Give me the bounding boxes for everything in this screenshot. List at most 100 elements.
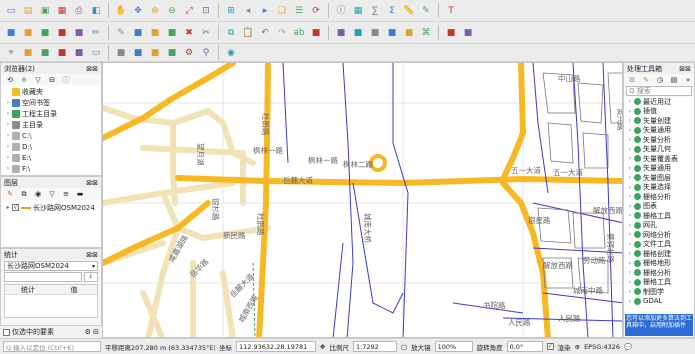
processing-group[interactable]: › 栅格分析 [624, 192, 694, 202]
chat-icon[interactable]: ◉ [224, 46, 238, 60]
expand-icon[interactable]: › [626, 108, 634, 115]
processing-group[interactable]: › 栅格分析 [624, 268, 694, 278]
plugin-a-icon[interactable]: ■ [444, 26, 458, 40]
save-as-icon[interactable]: ▦ [55, 4, 69, 18]
expand-icon[interactable]: › [626, 279, 634, 286]
expand-icon[interactable]: › [4, 121, 12, 128]
identify-icon[interactable]: ⓘ [334, 4, 348, 18]
deselect-icon[interactable]: ■ [131, 46, 145, 60]
coordinate-field[interactable]: 112.93632,28.19781 [236, 341, 316, 352]
browser-item[interactable]: › C:\ [1, 130, 101, 141]
snap-a-icon[interactable]: ■ [21, 46, 35, 60]
data-source-manager-icon[interactable]: ■ [4, 26, 18, 40]
add-feature-icon[interactable]: ■ [148, 26, 162, 40]
expand-icon[interactable]: ≡ [61, 189, 71, 199]
expand-icon[interactable]: › [626, 184, 634, 191]
expand-icon[interactable]: ▸ [4, 204, 12, 211]
label-show-icon[interactable]: ■ [334, 26, 348, 40]
select-icon[interactable]: ▭ [89, 46, 103, 60]
redo-icon[interactable]: ↷ [275, 26, 289, 40]
processing-group[interactable]: › 网络分析 [624, 230, 694, 240]
lock-icon[interactable]: ▢ [401, 343, 407, 351]
panel-close-icon[interactable]: ⊠⊠ [86, 251, 98, 259]
processing-group[interactable]: › 矢量创建 [624, 116, 694, 126]
pan-icon[interactable]: ✋ [114, 4, 128, 18]
results-icon[interactable]: ▤ [669, 75, 679, 85]
style-manager-icon[interactable]: ◧ [89, 4, 103, 18]
diagram-icon[interactable]: ■ [402, 26, 416, 40]
browser-item[interactable]: G:\ [1, 174, 101, 175]
expand-icon[interactable]: › [626, 146, 634, 153]
python-icon[interactable]: ⌘ [419, 26, 433, 40]
messages-icon[interactable]: 💬 [624, 343, 632, 351]
processing-group[interactable]: › 栅格工具 [624, 211, 694, 221]
python-icon[interactable]: ✎ [641, 75, 651, 85]
models-icon[interactable]: ⚙ [627, 75, 637, 85]
add-icon[interactable]: ⊕ [19, 75, 29, 85]
expand-icon[interactable]: › [626, 203, 634, 210]
processing-group[interactable]: › GDAL [624, 297, 694, 307]
zoom-last-icon[interactable]: ◂ [241, 4, 255, 18]
processing-group[interactable]: › 栅格创建 [624, 249, 694, 259]
processing-group[interactable]: › 矢量选择 [624, 183, 694, 193]
render-checkbox[interactable]: ✓ [546, 343, 554, 350]
snap-b-icon[interactable]: ■ [38, 46, 52, 60]
gear-icon[interactable]: ⚙ [182, 46, 196, 60]
zoom-next-icon[interactable]: ▸ [258, 4, 272, 18]
gear-icon[interactable]: ⚙ ⊟ [85, 328, 99, 336]
refresh-icon[interactable]: ⟳ [309, 4, 323, 18]
vertex-tool-icon[interactable]: ■ [165, 26, 179, 40]
snap-c-icon[interactable]: ■ [55, 46, 69, 60]
measure-tool-icon[interactable]: ■ [148, 46, 162, 60]
layer-checkbox[interactable]: √ [12, 204, 19, 211]
print-layout-icon[interactable]: ⎙ [72, 4, 86, 18]
label-pin-icon[interactable]: ■ [309, 26, 323, 40]
refresh-icon[interactable]: ⟲ [5, 75, 15, 85]
expand-icon[interactable]: › [626, 298, 634, 305]
add-group-icon[interactable]: ⧉ [19, 189, 29, 199]
paste-icon[interactable]: 📋 [241, 26, 255, 40]
label-icon[interactable]: ab [292, 26, 306, 40]
panel-close-icon[interactable]: ⊠⊠ [86, 179, 98, 187]
browser-item[interactable]: › 主目录 [1, 119, 101, 130]
browser-item[interactable]: › F:\ [1, 163, 101, 174]
processing-group[interactable]: › 栅格工具 [624, 278, 694, 288]
globe-icon[interactable]: ⊕ [575, 343, 580, 351]
text-icon[interactable]: T [444, 4, 458, 18]
measure-icon[interactable]: 📏 [402, 4, 416, 18]
stats-icon[interactable]: Σ [385, 4, 399, 18]
expand-icon[interactable]: › [626, 241, 634, 248]
expand-icon[interactable]: › [626, 117, 634, 124]
browser-item[interactable]: › D:\ [1, 141, 101, 152]
info-icon[interactable]: ⓘ [61, 75, 71, 85]
gps-icon[interactable]: ■ [165, 46, 179, 60]
expression-icon[interactable]: ε [84, 272, 98, 282]
expand-icon[interactable]: › [626, 260, 634, 267]
browser-item[interactable]: › 工程主目录 [1, 108, 101, 119]
snap-icon[interactable]: ⌖ [4, 46, 18, 60]
expand-icon[interactable]: › [626, 193, 634, 200]
field-calc-icon[interactable]: ∑ [368, 4, 382, 18]
processing-group[interactable]: › 矢量通用 [624, 126, 694, 136]
add-raster-icon[interactable]: ■ [38, 26, 52, 40]
expand-icon[interactable]: › [626, 165, 634, 172]
visibility-icon[interactable]: ◉ [33, 189, 43, 199]
add-vector-icon[interactable]: ■ [21, 26, 35, 40]
panel-close-icon[interactable]: ⊠⊠ [679, 65, 691, 73]
expand-icon[interactable]: › [4, 110, 12, 117]
expand-icon[interactable]: › [626, 250, 634, 257]
expand-icon[interactable]: › [626, 212, 634, 219]
panel-close-icon[interactable]: ⊠⊠ [86, 65, 98, 73]
expand-icon[interactable]: › [4, 165, 12, 172]
processing-group[interactable]: › 栅格地形 [624, 259, 694, 269]
processing-group[interactable]: › 网孔 [624, 221, 694, 231]
add-wms-icon[interactable]: ■ [72, 26, 86, 40]
layer-style-icon[interactable]: ✎ [5, 189, 15, 199]
new-project-icon[interactable]: ▭ [4, 4, 18, 18]
expand-icon[interactable]: › [626, 269, 634, 276]
snap-d-icon[interactable]: ■ [72, 46, 86, 60]
expand-icon[interactable]: › [626, 155, 634, 162]
expand-icon[interactable]: › [626, 136, 634, 143]
processing-group[interactable]: › 矢量覆盖表 [624, 154, 694, 164]
toggle-extent-icon[interactable]: ✥ [320, 343, 325, 351]
